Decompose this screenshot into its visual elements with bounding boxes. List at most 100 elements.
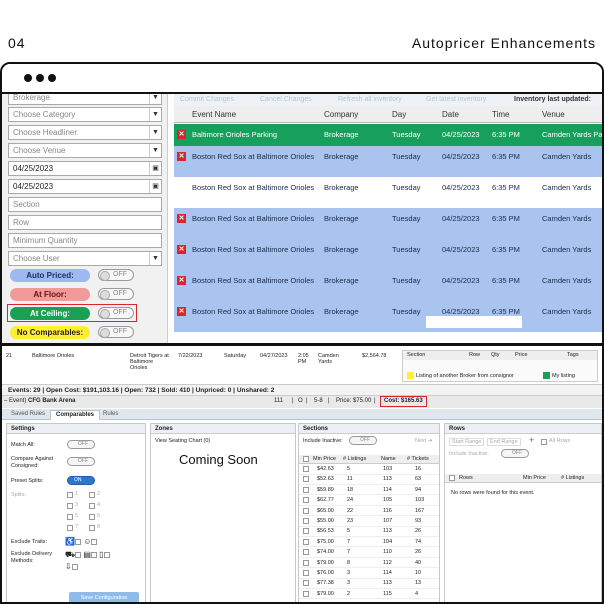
at-ceiling-toggle[interactable]: OFF (98, 307, 134, 319)
auto-priced-toggle[interactable]: OFF (98, 269, 134, 281)
row-checkbox[interactable] (303, 538, 309, 545)
col-min-price[interactable]: Min Price (313, 456, 336, 462)
refresh-inventory-button[interactable]: Refresh all inventory (338, 96, 402, 103)
table-row[interactable]: Boston Red Sox at Baltimore Orioles Broke… (174, 177, 602, 208)
save-configuration-button[interactable]: Save Configuration (69, 592, 139, 602)
table-row[interactable]: $52.63 11 113 63 (299, 475, 439, 485)
table-row[interactable]: $65.00 22 116 167 (299, 507, 439, 517)
row-checkbox[interactable] (303, 570, 309, 576)
split-checkbox[interactable] (89, 503, 95, 509)
col-company[interactable]: Company (324, 110, 358, 119)
split-checkbox[interactable] (67, 503, 73, 509)
delete-row-icon[interactable]: ✕ (177, 307, 186, 316)
select-all-checkbox[interactable] (303, 456, 309, 462)
col-row-listings[interactable]: # Listings (561, 475, 584, 481)
table-row[interactable]: $77.38 3 113 13 (299, 579, 439, 589)
delivery-checkbox[interactable] (103, 552, 110, 558)
rows-include-inactive-toggle[interactable]: OFF (501, 449, 529, 458)
col-listings[interactable]: # Listings (343, 456, 366, 462)
table-row[interactable]: $62.77 24 105 103 (299, 496, 439, 506)
table-row[interactable]: $79.00 8 112 40 (299, 559, 439, 569)
user-select[interactable]: Choose User ▼ (8, 251, 162, 266)
delete-row-icon[interactable]: ✕ (177, 130, 186, 139)
view-seating-chart-link[interactable]: View Seating Chart (0) (155, 438, 210, 444)
row-checkbox[interactable] (303, 559, 309, 566)
tab-saved-rules[interactable]: Saved Rules (6, 410, 50, 420)
delete-row-icon[interactable]: ✕ (177, 276, 186, 285)
col-row-min-price[interactable]: Min Price (523, 475, 546, 481)
row-checkbox[interactable] (303, 486, 309, 493)
col-venue[interactable]: Venue (542, 110, 565, 119)
col-day[interactable]: Day (392, 110, 406, 119)
table-row[interactable]: ✕ Boston Red Sox at Baltimore Orioles Brok… (174, 146, 602, 177)
col-time[interactable]: Time (492, 110, 509, 119)
delete-row-icon[interactable]: ✕ (177, 214, 186, 223)
delivery-checkbox[interactable] (71, 564, 78, 570)
split-checkbox[interactable] (67, 514, 73, 520)
row-checkbox[interactable] (303, 528, 309, 535)
table-row[interactable]: ✕ Boston Red Sox at Baltimore Orioles Brok… (174, 270, 602, 301)
col-event-name[interactable]: Event Name (192, 110, 236, 119)
date-to-input[interactable]: 04/25/2023 ▣ (8, 179, 162, 194)
preset-splits-toggle[interactable]: ON (67, 476, 95, 485)
row-checkbox[interactable] (303, 497, 309, 504)
venue-select[interactable]: Choose Venue ▼ (8, 143, 162, 158)
compare-against-toggle[interactable]: OFF (67, 457, 95, 466)
cancel-changes-button[interactable]: Cancel Changes (260, 96, 312, 103)
get-latest-inventory-button[interactable]: Get latest inventory (426, 96, 486, 103)
table-row[interactable]: $56.53 5 113 26 (299, 527, 439, 537)
split-checkbox[interactable] (89, 514, 95, 520)
table-row[interactable]: ✕ Boston Red Sox at Baltimore Orioles Brok… (174, 301, 602, 332)
rows-select-all-checkbox[interactable] (449, 475, 455, 481)
split-checkbox[interactable] (67, 492, 73, 498)
row-checkbox[interactable] (303, 476, 309, 483)
at-floor-toggle[interactable]: OFF (98, 288, 134, 300)
table-row[interactable]: $79.00 2 115 4 (299, 590, 439, 600)
end-range-input[interactable]: End Range (487, 438, 521, 446)
match-all-toggle[interactable]: OFF (67, 440, 95, 449)
table-row[interactable]: $42.63 5 103 16 (299, 465, 439, 475)
tab-rules[interactable]: Rules (98, 410, 123, 420)
table-row[interactable]: $55.00 23 107 93 (299, 517, 439, 527)
all-rows-checkbox[interactable] (541, 439, 547, 445)
delivery-checkbox[interactable] (90, 552, 97, 558)
commit-changes-button[interactable]: Commit Changes (180, 96, 234, 103)
col-rows[interactable]: Rows (459, 475, 473, 481)
delete-row-icon[interactable]: ✕ (177, 245, 186, 254)
add-range-button[interactable]: + (529, 435, 534, 445)
split-checkbox[interactable] (89, 525, 95, 531)
split-checkbox[interactable] (67, 525, 73, 531)
category-select[interactable]: Choose Category ▼ (8, 107, 162, 122)
col-name[interactable]: Name (381, 456, 396, 462)
table-row[interactable]: $59.89 18 114 94 (299, 486, 439, 496)
table-row[interactable]: $76.00 3 114 10 (299, 569, 439, 579)
table-row[interactable]: $74.00 7 110 26 (299, 548, 439, 558)
calendar-icon[interactable]: ▣ (149, 162, 161, 175)
trait-checkbox[interactable] (74, 539, 81, 545)
table-row[interactable]: ✕ Boston Red Sox at Baltimore Orioles Brok… (174, 208, 602, 239)
table-row[interactable]: ✕ Boston Red Sox at Baltimore Orioles Brok… (174, 239, 602, 270)
calendar-icon[interactable]: ▣ (149, 180, 161, 193)
col-tickets[interactable]: # Tickets (407, 456, 429, 462)
brokerage-select[interactable]: Brokerage ▼ (8, 94, 162, 105)
row-checkbox[interactable] (303, 466, 309, 472)
row-input[interactable]: Row (8, 215, 162, 230)
next-button[interactable]: Next ➔ (415, 438, 432, 444)
row-checkbox[interactable] (303, 507, 309, 514)
no-comparables-toggle[interactable]: OFF (98, 326, 134, 338)
table-row[interactable]: ✕ Baltimore Orioles Parking Brokerage Tuesd… (174, 124, 602, 146)
min-quantity-input[interactable]: Minimum Quantity (8, 233, 162, 248)
delete-row-icon[interactable]: ✕ (177, 152, 186, 161)
col-date[interactable]: Date (442, 110, 459, 119)
tab-comparables[interactable]: Comparables (50, 410, 101, 420)
start-range-input[interactable]: Start Range (449, 438, 485, 446)
row-checkbox[interactable] (303, 549, 309, 556)
delivery-checkbox[interactable] (75, 552, 82, 558)
section-input[interactable]: Section (8, 197, 162, 212)
date-from-input[interactable]: 04/25/2023 ▣ (8, 161, 162, 176)
trait-checkbox[interactable] (91, 539, 98, 545)
row-checkbox[interactable] (303, 518, 309, 524)
include-inactive-toggle[interactable]: OFF (349, 436, 377, 445)
row-checkbox[interactable] (303, 590, 309, 597)
headliner-select[interactable]: Choose Headliner ▼ (8, 125, 162, 140)
